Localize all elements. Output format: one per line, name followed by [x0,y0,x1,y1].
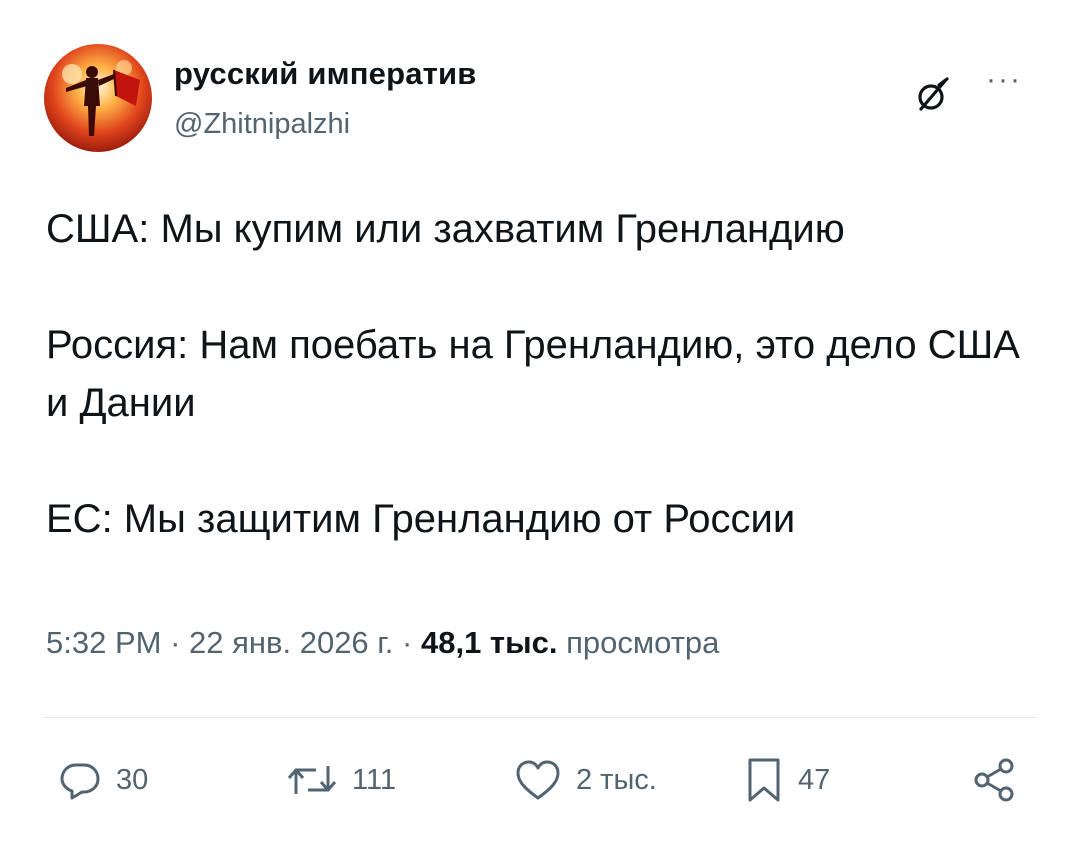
avatar[interactable] [44,44,152,152]
action-bar: 30 111 2 тыс. 47 [0,750,1080,810]
like-count: 2 тыс. [576,763,657,796]
author-handle[interactable]: @Zhitnipalzhi [174,108,350,141]
views-label: просмотра [566,625,720,660]
like-button[interactable]: 2 тыс. [514,750,657,810]
share-button[interactable] [970,750,1018,810]
meta-separator: · [393,625,421,660]
retweet-button[interactable]: 111 [286,750,396,810]
reply-count: 30 [116,763,149,796]
retweet-icon [287,766,337,794]
bookmark-icon [748,758,780,802]
bookmark-count: 47 [798,763,831,796]
tweet-card: русский императив @Zhitnipalzhi ··· США:… [0,0,1080,841]
tweet-text: США: Мы купим или захватим Гренландию Ро… [46,207,1020,541]
tweet-meta: 5:32 PM · 22 янв. 2026 г. · 48,1 тыс. пр… [46,625,719,661]
divider [44,717,1036,718]
share-icon [974,758,1014,802]
meta-separator: · [161,625,190,660]
tweet-time[interactable]: 5:32 PM [46,625,161,660]
more-icon[interactable]: ··· [986,65,1030,95]
grok-icon[interactable] [912,76,952,116]
views-count[interactable]: 48,1 тыс. [421,625,557,660]
avatar-image [44,44,152,152]
reply-icon [60,763,100,800]
tweet-date[interactable]: 22 янв. 2026 г. [189,625,393,660]
retweet-count: 111 [352,763,397,796]
reply-button[interactable]: 30 [58,750,148,810]
heart-icon [516,760,560,800]
bookmark-button[interactable]: 47 [744,750,830,810]
author-display-name[interactable]: русский императив [174,56,477,92]
